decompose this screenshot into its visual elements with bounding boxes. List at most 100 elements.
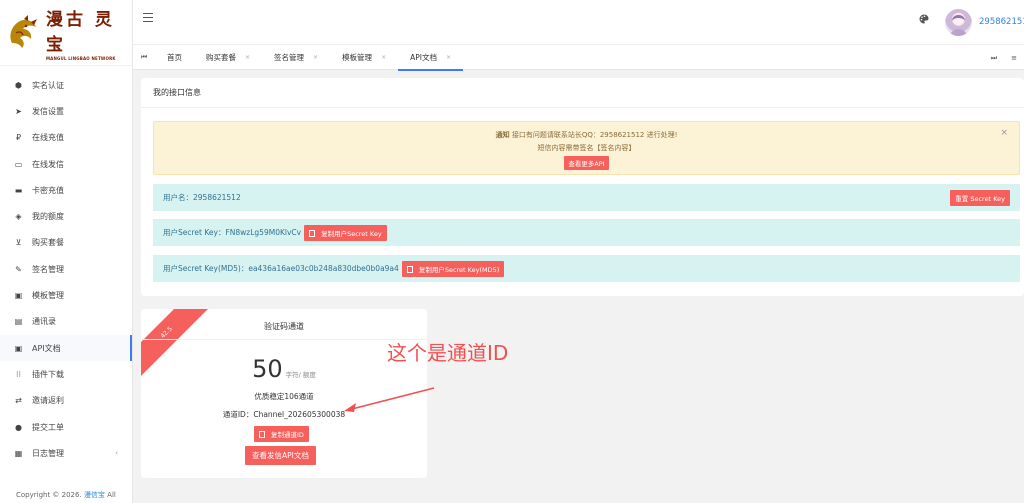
- sidebar: 漫古 灵宝 MANGUL LINGBAO NETWORK ⬢ 实名认证 ➤ 发信设置 ₽…: [0, 0, 133, 503]
- sidebar-item-label: 在线发信: [32, 159, 64, 169]
- contacts-icon: ▤: [14, 317, 23, 327]
- cube-icon: ◈: [15, 212, 22, 222]
- tabs-bar: ⏮ 首页 购买套餐 × 签名管理 × 模板管理 × API文档 × ⏭ ≡: [133, 44, 1024, 71]
- tab[interactable]: 模板管理 ×: [330, 44, 398, 70]
- tab[interactable]: API文档 ×: [398, 44, 463, 71]
- sidebar-item[interactable]: ◈ 我的额度: [0, 203, 132, 229]
- grid-icon: ⁝⁝: [15, 369, 22, 379]
- send-icon: ➤: [15, 106, 22, 116]
- sidebar-item-label: 我的额度: [32, 212, 64, 222]
- brand-logo[interactable]: 漫古 灵宝 MANGUL LINGBAO NETWORK: [0, 0, 132, 66]
- tab-close-icon[interactable]: ×: [313, 54, 318, 61]
- secret-key-value: FN8wzLg59M0KlvCv: [225, 228, 302, 237]
- api-info-card: 我的接口信息 通知 接口有问题请联系站长QQ：2958621512 进行处理! …: [141, 78, 1024, 296]
- username-label: 用户名：: [163, 193, 193, 202]
- secret-md5-row: 用户Secret Key(MD5)： ea436a16ae03c0b248a830…: [153, 255, 1020, 282]
- message-icon: ●: [15, 422, 22, 432]
- secret-md5-label: 用户Secret Key(MD5)：: [163, 264, 249, 273]
- tab-label: 购买套餐: [206, 52, 236, 62]
- annotation-text: 这个是通道ID: [387, 341, 509, 365]
- channel-price: 50 字符/ 额度: [141, 355, 427, 383]
- chevron-left-icon: ‹: [115, 449, 118, 458]
- sidebar-item[interactable]: ▤ 通讯录: [0, 309, 132, 335]
- copy-channel-id-label: 复制通道ID: [271, 431, 304, 439]
- card-icon: ▬: [14, 185, 23, 195]
- sidebar-item-label: 在线充值: [32, 133, 64, 143]
- menu-toggle-icon[interactable]: [143, 13, 153, 25]
- sidebar-item[interactable]: ▭ 在线发信: [0, 151, 132, 177]
- tab[interactable]: 首页: [155, 44, 194, 70]
- tab-close-icon[interactable]: ×: [381, 54, 386, 61]
- sidebar-item[interactable]: ⁝⁝ 插件下载: [0, 361, 132, 387]
- view-api-doc-button[interactable]: 查看发信API文档: [245, 446, 316, 465]
- tabs-right-controls: ⏭ ≡: [984, 45, 1024, 71]
- sidebar-item-label: 提交工单: [32, 422, 64, 432]
- sidebar-item-label: 模板管理: [32, 291, 64, 301]
- username-value: 2958621512: [193, 193, 241, 202]
- sidebar-item[interactable]: ⊻ 购买套餐: [0, 230, 132, 256]
- tab-label: 首页: [167, 52, 182, 62]
- pen-icon: ✎: [15, 264, 22, 274]
- sidebar-item[interactable]: ➤ 发信设置: [0, 98, 132, 124]
- divider: [141, 339, 427, 340]
- tab[interactable]: 购买套餐 ×: [194, 44, 262, 70]
- copyright-prefix: Copyright © 2026.: [16, 491, 82, 499]
- sidebar-item[interactable]: ▣ 模板管理: [0, 282, 132, 308]
- more-api-button[interactable]: 查看更多API: [564, 156, 609, 170]
- annotation-arrow-icon: [344, 387, 435, 412]
- shuffle-icon: ⇄: [15, 396, 22, 406]
- sidebar-item-label: 实名认证: [32, 80, 64, 90]
- reset-secret-key-button[interactable]: 重置 Secret Key: [950, 190, 1010, 206]
- tab-close-icon[interactable]: ×: [446, 54, 451, 61]
- tab-list: 首页 购买套餐 × 签名管理 × 模板管理 × API文档 ×: [155, 44, 463, 71]
- sidebar-item[interactable]: ▣ API文档: [0, 334, 132, 362]
- secret-key-row: 用户Secret Key： FN8wzLg59M0KlvCv 复制用户Secret…: [153, 219, 1020, 246]
- sidebar-item-label: 通讯录: [32, 317, 56, 327]
- chat-icon: ▭: [14, 159, 23, 169]
- sidebar-item-label: 购买套餐: [32, 238, 64, 248]
- sidebar-item[interactable]: ₽ 在线充值: [0, 125, 132, 151]
- palette-icon[interactable]: [919, 14, 929, 24]
- notice-alert: 通知 接口有问题请联系站长QQ：2958621512 进行处理! 短信内容需带签…: [153, 121, 1020, 175]
- sidebar-item-label: 签名管理: [32, 264, 64, 274]
- cart-icon: ⊻: [15, 238, 22, 248]
- card-title: 我的接口信息: [141, 78, 1024, 108]
- sidebar-item-label: 卡密充值: [32, 185, 64, 195]
- username-row: 用户名： 2958621512 重置 Secret Key: [153, 184, 1020, 211]
- close-icon[interactable]: ×: [1000, 128, 1008, 138]
- sidebar-item-label: 插件下载: [32, 369, 64, 379]
- copy-icon: [406, 265, 413, 273]
- shield-icon: ⬢: [15, 80, 22, 90]
- copy-secret-key-label: 复制用户Secret Key: [321, 229, 382, 238]
- copy-secret-md5-label: 复制用户Secret Key(MD5): [418, 265, 500, 274]
- tabs-scroll-left-icon[interactable]: ⏮: [133, 53, 155, 62]
- sidebar-item-label: API文档: [32, 343, 61, 353]
- sidebar-item[interactable]: ▦ 日志管理 ‹: [0, 440, 132, 466]
- copyright-link[interactable]: 漫信宝: [84, 491, 105, 499]
- username-link[interactable]: 2958621512: [979, 17, 1024, 27]
- avatar[interactable]: [945, 9, 972, 36]
- sidebar-item[interactable]: ▬ 卡密充值: [0, 177, 132, 203]
- sidebar-menu: ⬢ 实名认证 ➤ 发信设置 ₽ 在线充值 ▭ 在线发信 ▬ 卡密充值 ◈ 我的额度 ⊻ 购买套餐 ✎ 签名管理…: [0, 72, 132, 466]
- sidebar-item-label: 发信设置: [32, 106, 64, 116]
- tabs-scroll-right-icon[interactable]: ⏭: [984, 54, 1004, 63]
- copy-secret-key-button[interactable]: 复制用户Secret Key: [304, 224, 387, 241]
- copy-secret-md5-button[interactable]: 复制用户Secret Key(MD5): [401, 260, 505, 277]
- sidebar-item[interactable]: ✎ 签名管理: [0, 256, 132, 282]
- notice-strong: 通知: [495, 131, 510, 139]
- tab-close-icon[interactable]: ×: [245, 54, 250, 61]
- sidebar-item-label: 邀请返利: [32, 396, 64, 406]
- tab-label: 签名管理: [274, 52, 305, 62]
- brand-subtitle: MANGUL LINGBAO NETWORK: [46, 55, 116, 61]
- notice-line2: 短信内容需带签名【签名内容】: [537, 144, 636, 152]
- tab-label: API文档: [410, 52, 437, 62]
- sidebar-item[interactable]: ⇄ 邀请返利: [0, 388, 132, 414]
- tab[interactable]: 签名管理 ×: [262, 44, 330, 70]
- tabs-more-icon[interactable]: ≡: [1004, 54, 1024, 62]
- price-value: 50: [252, 355, 283, 383]
- copy-channel-id-button[interactable]: 复制通道ID: [254, 426, 309, 442]
- copyright-suffix: All: [107, 491, 116, 499]
- sidebar-item[interactable]: ⬢ 实名认证: [0, 72, 132, 98]
- template-icon: ▣: [14, 291, 23, 301]
- sidebar-item[interactable]: ● 提交工单: [0, 414, 132, 440]
